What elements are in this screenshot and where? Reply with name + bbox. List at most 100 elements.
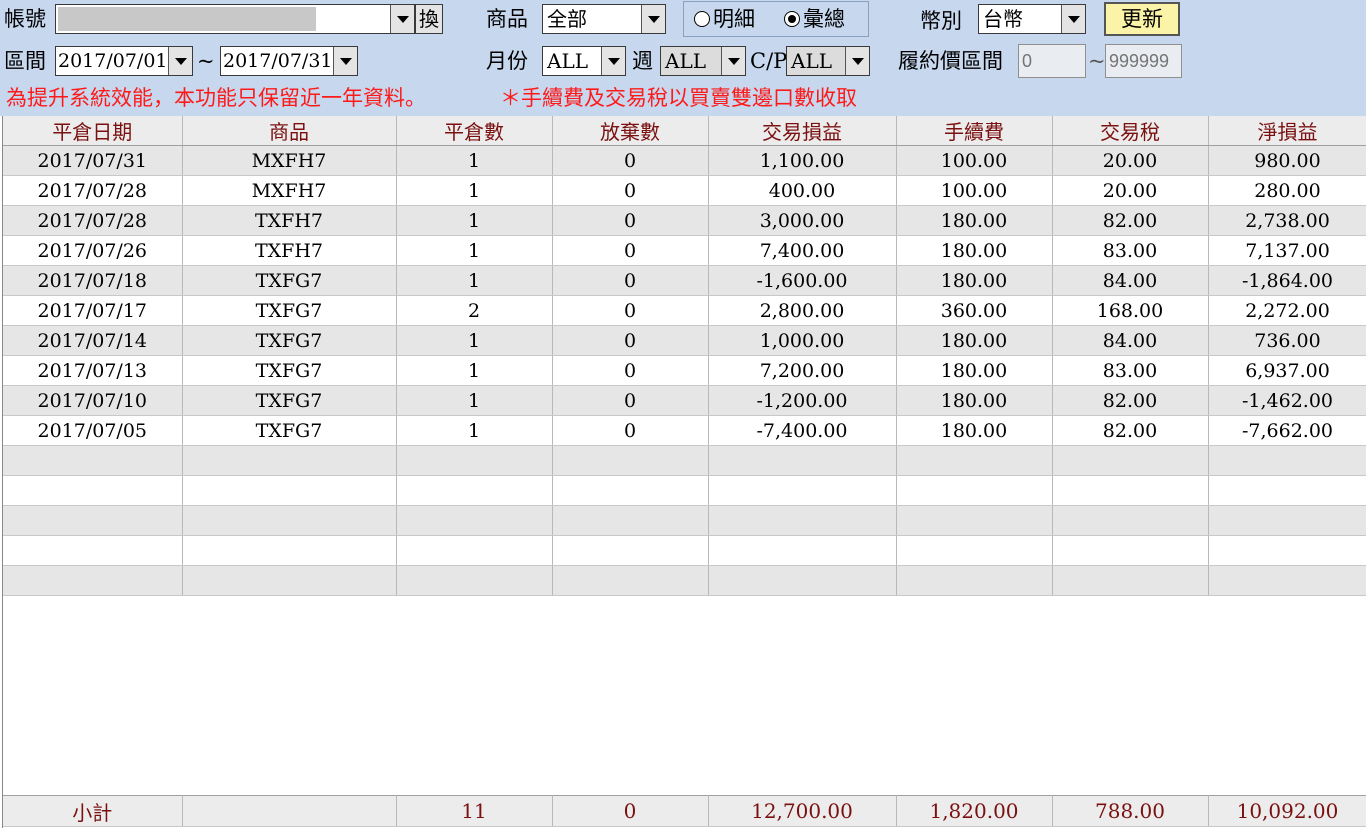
table-row[interactable]: 2017/07/10 TXFG7 1 0 -1,200.00 180.00 82.00 -1,… <box>3 385 1366 416</box>
cell-close-date: 2017/07/14 <box>3 325 183 356</box>
cell-abandon-qty: 0 <box>552 385 709 416</box>
cell-abandon-qty <box>552 505 709 536</box>
cell-close-date: 2017/07/17 <box>3 295 183 326</box>
cell-fee <box>896 475 1053 506</box>
cell-product <box>182 505 397 536</box>
table-row[interactable] <box>3 535 1366 566</box>
radio-detail[interactable]: 明細 <box>694 6 755 32</box>
cell-abandon-qty: 0 <box>552 415 709 446</box>
table-row[interactable]: 2017/07/13 TXFG7 1 0 7,200.00 180.00 83.00 6,93… <box>3 355 1366 386</box>
cp-select[interactable]: ALL <box>786 46 870 76</box>
cell-product <box>182 565 397 596</box>
cell-close-qty: 1 <box>396 175 553 206</box>
cp-label: C/P <box>750 49 788 73</box>
table-row[interactable] <box>3 505 1366 536</box>
cell-close-date: 2017/07/28 <box>3 205 183 236</box>
radio-unchecked-icon <box>694 10 710 27</box>
subtotal-abandon-qty: 0 <box>552 795 709 827</box>
cell-fee <box>896 445 1053 476</box>
refresh-button[interactable]: 更新 <box>1104 2 1180 36</box>
cell-tax <box>1052 475 1209 506</box>
cell-tax: 84.00 <box>1052 265 1209 296</box>
strike-max-input[interactable] <box>1105 44 1182 78</box>
table-row[interactable]: 2017/07/14 TXFG7 1 0 1,000.00 180.00 84.00 736.… <box>3 325 1366 356</box>
cell-close-qty: 1 <box>396 385 553 416</box>
subtotal-label: 小計 <box>3 795 183 827</box>
view-mode-radio-group: 明細 彙總 <box>683 1 869 37</box>
cell-abandon-qty: 0 <box>552 175 709 206</box>
chevron-down-icon[interactable] <box>333 47 357 75</box>
chevron-down-icon[interactable] <box>721 47 745 75</box>
header-close-date[interactable]: 平倉日期 <box>3 116 183 146</box>
cell-tax: 82.00 <box>1052 415 1209 446</box>
swap-account-button[interactable]: 換 <box>415 4 443 34</box>
table-row[interactable]: 2017/07/28 TXFH7 1 0 3,000.00 180.00 82.00 2,73… <box>3 205 1366 236</box>
cell-close-qty: 1 <box>396 325 553 356</box>
pnl-data-grid[interactable]: 平倉日期 商品 平倉數 放棄數 交易損益 手續費 交易稅 淨損益 2017/07… <box>2 116 1366 828</box>
table-row[interactable] <box>3 475 1366 506</box>
header-tax[interactable]: 交易稅 <box>1052 116 1209 146</box>
cell-tax <box>1052 565 1209 596</box>
pnl-table: 平倉日期 商品 平倉數 放棄數 交易損益 手續費 交易稅 淨損益 2017/07… <box>3 116 1366 596</box>
table-row[interactable]: 2017/07/17 TXFG7 2 0 2,800.00 360.00 168.00 2,2… <box>3 295 1366 326</box>
cell-net-pnl: 2,738.00 <box>1208 205 1366 236</box>
cell-close-date <box>3 445 183 476</box>
table-row[interactable]: 2017/07/31 MXFH7 1 0 1,100.00 100.00 20.00 980.… <box>3 145 1366 176</box>
cell-trade-pnl <box>708 505 897 536</box>
header-fee[interactable]: 手續費 <box>896 116 1053 146</box>
cell-tax <box>1052 535 1209 566</box>
table-row[interactable] <box>3 445 1366 476</box>
table-row[interactable] <box>3 565 1366 596</box>
cell-fee: 180.00 <box>896 205 1053 236</box>
chevron-down-icon[interactable] <box>390 5 414 33</box>
chevron-down-icon[interactable] <box>845 47 869 75</box>
cell-close-qty: 1 <box>396 415 553 446</box>
header-product[interactable]: 商品 <box>182 116 397 146</box>
table-row[interactable]: 2017/07/05 TXFG7 1 0 -7,400.00 180.00 82.00 -7,… <box>3 415 1366 446</box>
cell-trade-pnl: 400.00 <box>708 175 897 206</box>
cell-abandon-qty <box>552 475 709 506</box>
cell-close-date <box>3 565 183 596</box>
cell-close-qty: 1 <box>396 355 553 386</box>
table-row[interactable]: 2017/07/28 MXFH7 1 0 400.00 100.00 20.00 280.00 <box>3 175 1366 206</box>
cell-close-date <box>3 505 183 536</box>
cell-close-date: 2017/07/13 <box>3 355 183 386</box>
week-value: ALL <box>665 49 707 73</box>
date-to-select[interactable]: 2017/07/31 <box>220 46 358 76</box>
date-to-value: 2017/07/31 <box>223 50 333 72</box>
cell-tax <box>1052 445 1209 476</box>
table-row[interactable]: 2017/07/26 TXFH7 1 0 7,400.00 180.00 83.00 7,13… <box>3 235 1366 266</box>
subtotal-trade-pnl: 12,700.00 <box>708 795 897 827</box>
cell-close-date: 2017/07/18 <box>3 265 183 296</box>
currency-value: 台幣 <box>983 7 1023 31</box>
radio-summary[interactable]: 彙總 <box>784 6 845 32</box>
cell-trade-pnl <box>708 565 897 596</box>
cell-product: TXFH7 <box>182 235 397 266</box>
cell-net-pnl: 280.00 <box>1208 175 1366 206</box>
header-trade-pnl[interactable]: 交易損益 <box>708 116 897 146</box>
cell-trade-pnl: -7,400.00 <box>708 415 897 446</box>
cell-close-date: 2017/07/31 <box>3 145 183 176</box>
cell-close-date: 2017/07/28 <box>3 175 183 206</box>
chevron-down-icon[interactable] <box>641 5 665 33</box>
chevron-down-icon[interactable] <box>1061 5 1085 33</box>
table-row[interactable]: 2017/07/18 TXFG7 1 0 -1,600.00 180.00 84.00 -1,… <box>3 265 1366 296</box>
account-select[interactable] <box>55 4 415 34</box>
cell-trade-pnl: -1,600.00 <box>708 265 897 296</box>
product-value: 全部 <box>547 7 587 31</box>
strike-range-label: 履約價區間 <box>898 49 1003 73</box>
cell-tax: 83.00 <box>1052 355 1209 386</box>
strike-min-input[interactable] <box>1018 44 1086 78</box>
header-close-qty[interactable]: 平倉數 <box>396 116 553 146</box>
header-net-pnl[interactable]: 淨損益 <box>1208 116 1366 146</box>
cell-close-date: 2017/07/26 <box>3 235 183 266</box>
month-select[interactable]: ALL <box>542 46 626 76</box>
chevron-down-icon[interactable] <box>168 47 192 75</box>
cell-tax: 20.00 <box>1052 145 1209 176</box>
chevron-down-icon[interactable] <box>601 47 625 75</box>
date-from-select[interactable]: 2017/07/01 <box>55 46 193 76</box>
product-select[interactable]: 全部 <box>542 4 666 34</box>
week-select[interactable]: ALL <box>660 46 746 76</box>
header-abandon-qty[interactable]: 放棄數 <box>552 116 709 146</box>
currency-select[interactable]: 台幣 <box>978 4 1086 34</box>
